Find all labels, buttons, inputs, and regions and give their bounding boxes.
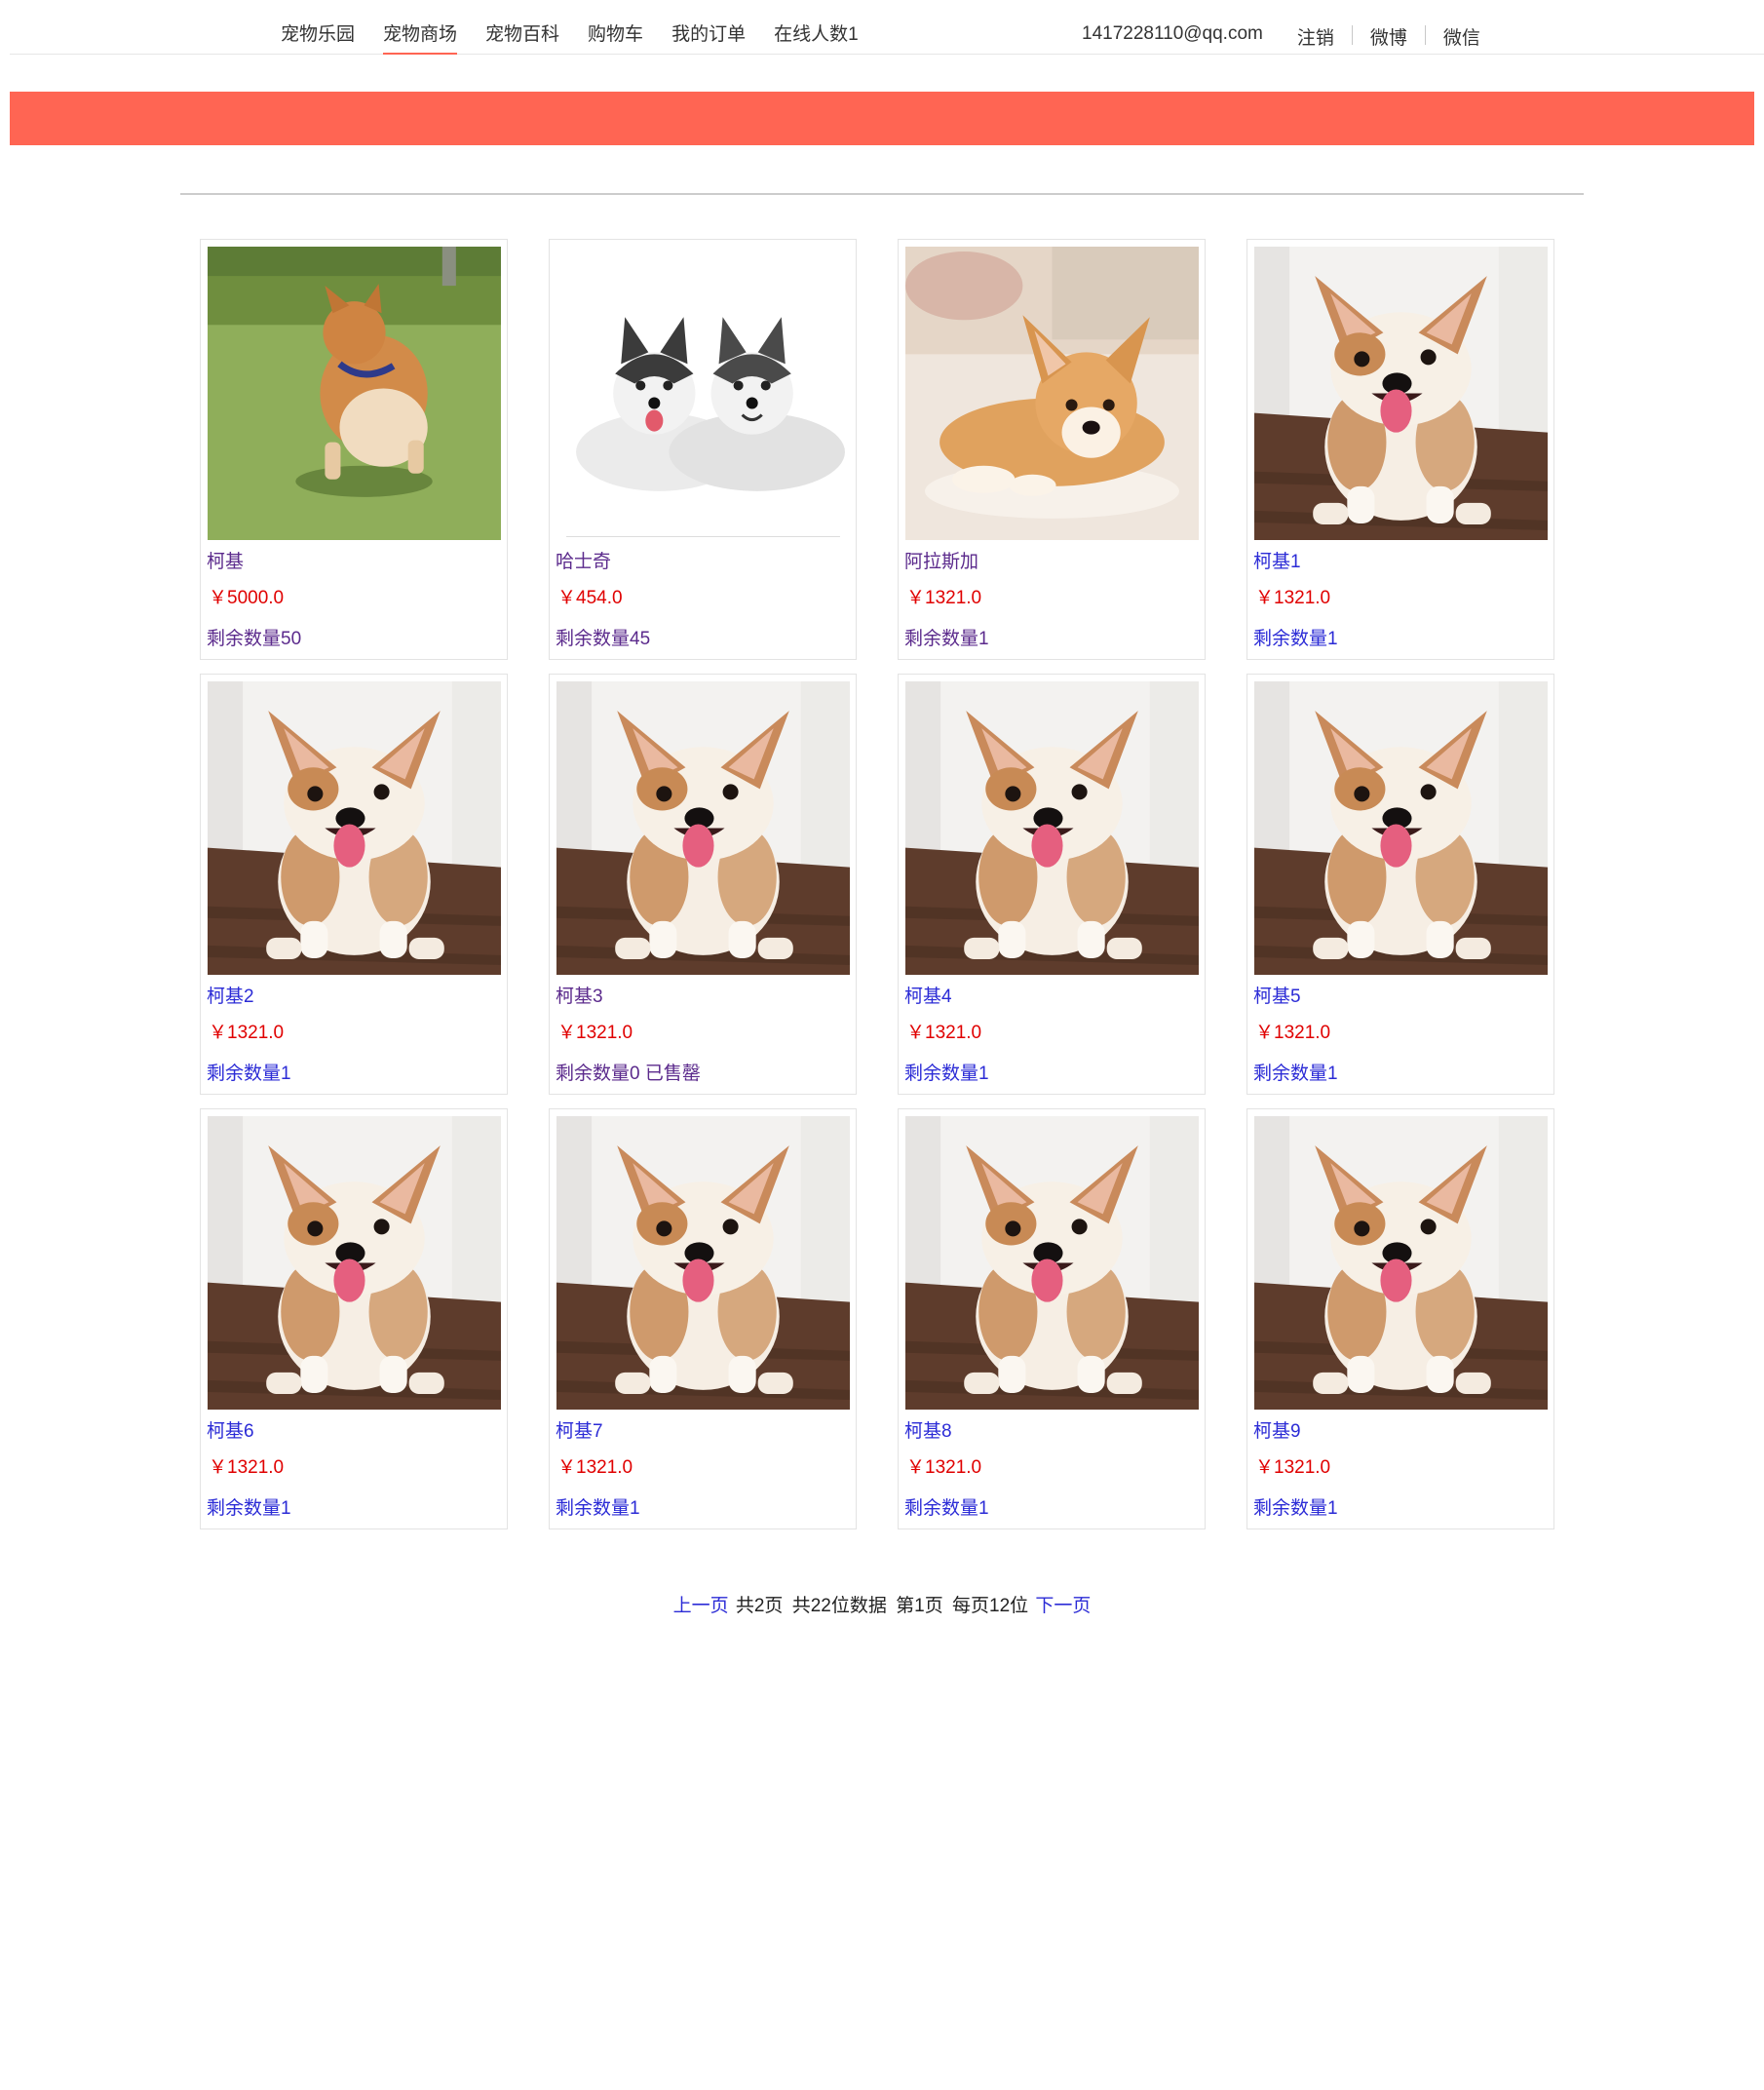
product-card[interactable]: 柯基6 ￥1321.0 剩余数量1 — [200, 1108, 508, 1529]
content-divider — [180, 193, 1584, 195]
product-image[interactable] — [1254, 247, 1548, 540]
weixin-link[interactable]: 微信 — [1443, 0, 1480, 50]
user-nav: 1417228110@qq.com 注销 微博 微信 — [1082, 0, 1480, 55]
product-image[interactable] — [905, 1116, 1199, 1410]
weibo-link[interactable]: 微博 — [1370, 0, 1407, 50]
total-records: 共22位数据 — [791, 1596, 887, 1616]
nav-divider — [1351, 25, 1353, 45]
online-count: 在线人数1 — [774, 24, 859, 45]
product-stock-link[interactable]: 剩余数量0 已售罄 — [556, 1059, 701, 1085]
product-name-link[interactable]: 柯基3 — [556, 982, 603, 1008]
nav-item-my-orders[interactable]: 我的订单 — [671, 0, 746, 55]
product-stock-link[interactable]: 剩余数量1 — [1253, 624, 1338, 650]
product-price: ￥1321.0 — [906, 588, 982, 608]
page-size: 每页12位 — [952, 1596, 1029, 1616]
product-stock-link[interactable]: 剩余数量45 — [556, 624, 650, 650]
pagination: 上一页 共2页 共22位数据 第1页 每页12位 下一页 — [0, 1591, 1764, 1617]
product-image[interactable] — [905, 247, 1199, 540]
product-image[interactable] — [208, 1116, 501, 1410]
product-price: ￥5000.0 — [209, 588, 285, 608]
logout-link[interactable]: 注销 — [1297, 0, 1334, 50]
product-stock-link[interactable]: 剩余数量1 — [207, 1059, 291, 1085]
product-card[interactable]: 柯基1 ￥1321.0 剩余数量1 — [1246, 239, 1554, 660]
product-price: ￥1321.0 — [1255, 1457, 1331, 1478]
product-image[interactable] — [905, 681, 1199, 975]
product-image[interactable] — [208, 247, 501, 540]
product-name-link[interactable]: 柯基6 — [207, 1416, 254, 1443]
top-navbar: 宠物乐园 宠物商场 宠物百科 购物车 我的订单 在线人数1 1417228110… — [10, 0, 1764, 55]
product-name-link[interactable]: 柯基5 — [1253, 982, 1301, 1008]
product-image[interactable] — [1254, 1116, 1548, 1410]
product-name-link[interactable]: 柯基9 — [1253, 1416, 1301, 1443]
nav-item-pet-park[interactable]: 宠物乐园 — [281, 0, 355, 55]
product-name-link[interactable]: 柯基4 — [904, 982, 952, 1008]
product-stock-link[interactable]: 剩余数量1 — [904, 624, 989, 650]
product-price: ￥1321.0 — [557, 1457, 633, 1478]
product-name-link[interactable]: 柯基2 — [207, 982, 254, 1008]
nav-item-pet-mall[interactable]: 宠物商场 — [383, 0, 458, 55]
product-card[interactable]: 阿拉斯加 ￥1321.0 剩余数量1 — [898, 239, 1206, 660]
current-page: 第1页 — [896, 1596, 943, 1616]
product-card[interactable]: 哈士奇 ￥454.0 剩余数量45 — [549, 239, 857, 660]
user-email: 1417228110@qq.com — [1082, 23, 1263, 44]
product-stock-link[interactable]: 剩余数量50 — [207, 624, 301, 650]
product-image[interactable] — [208, 681, 501, 975]
product-name-link[interactable]: 哈士奇 — [556, 547, 611, 573]
product-card[interactable]: 柯基8 ￥1321.0 剩余数量1 — [898, 1108, 1206, 1529]
main-nav: 宠物乐园 宠物商场 宠物百科 购物车 我的订单 在线人数1 — [281, 0, 887, 55]
product-price: ￥1321.0 — [1255, 588, 1331, 608]
product-card[interactable]: 柯基2 ￥1321.0 剩余数量1 — [200, 674, 508, 1095]
product-price: ￥1321.0 — [906, 1457, 982, 1478]
prev-page-link[interactable]: 上一页 — [673, 1596, 729, 1616]
product-price: ￥1321.0 — [557, 1023, 633, 1043]
product-stock-link[interactable]: 剩余数量1 — [1253, 1493, 1338, 1520]
product-image[interactable] — [556, 247, 850, 540]
product-stock-link[interactable]: 剩余数量1 — [904, 1493, 989, 1520]
banner — [10, 92, 1754, 145]
product-stock-link[interactable]: 剩余数量1 — [1253, 1059, 1338, 1085]
product-price: ￥1321.0 — [1255, 1023, 1331, 1043]
product-card[interactable]: 柯基9 ￥1321.0 剩余数量1 — [1246, 1108, 1554, 1529]
product-card[interactable]: 柯基5 ￥1321.0 剩余数量1 — [1246, 674, 1554, 1095]
product-price: ￥454.0 — [557, 588, 623, 608]
product-card[interactable]: 柯基3 ￥1321.0 剩余数量0 已售罄 — [549, 674, 857, 1095]
product-stock-link[interactable]: 剩余数量1 — [207, 1493, 291, 1520]
product-price: ￥1321.0 — [209, 1457, 285, 1478]
product-card[interactable]: 柯基7 ￥1321.0 剩余数量1 — [549, 1108, 857, 1529]
product-stock-link[interactable]: 剩余数量1 — [556, 1493, 640, 1520]
product-card[interactable]: 柯基 ￥5000.0 剩余数量50 — [200, 239, 508, 660]
product-card[interactable]: 柯基4 ￥1321.0 剩余数量1 — [898, 674, 1206, 1095]
product-stock-link[interactable]: 剩余数量1 — [904, 1059, 989, 1085]
product-name-link[interactable]: 柯基7 — [556, 1416, 603, 1443]
product-price: ￥1321.0 — [209, 1023, 285, 1043]
product-name-link[interactable]: 阿拉斯加 — [904, 547, 978, 573]
product-image[interactable] — [556, 681, 850, 975]
product-name-link[interactable]: 柯基8 — [904, 1416, 952, 1443]
nav-item-cart[interactable]: 购物车 — [588, 0, 643, 55]
product-image[interactable] — [1254, 681, 1548, 975]
product-name-link[interactable]: 柯基1 — [1253, 547, 1301, 573]
nav-divider — [1424, 25, 1426, 45]
next-page-link[interactable]: 下一页 — [1035, 1596, 1091, 1616]
product-image[interactable] — [556, 1116, 850, 1410]
product-name-link[interactable]: 柯基 — [207, 547, 244, 573]
product-price: ￥1321.0 — [906, 1023, 982, 1043]
nav-item-pet-wiki[interactable]: 宠物百科 — [485, 0, 559, 55]
total-pages: 共2页 — [735, 1596, 784, 1616]
